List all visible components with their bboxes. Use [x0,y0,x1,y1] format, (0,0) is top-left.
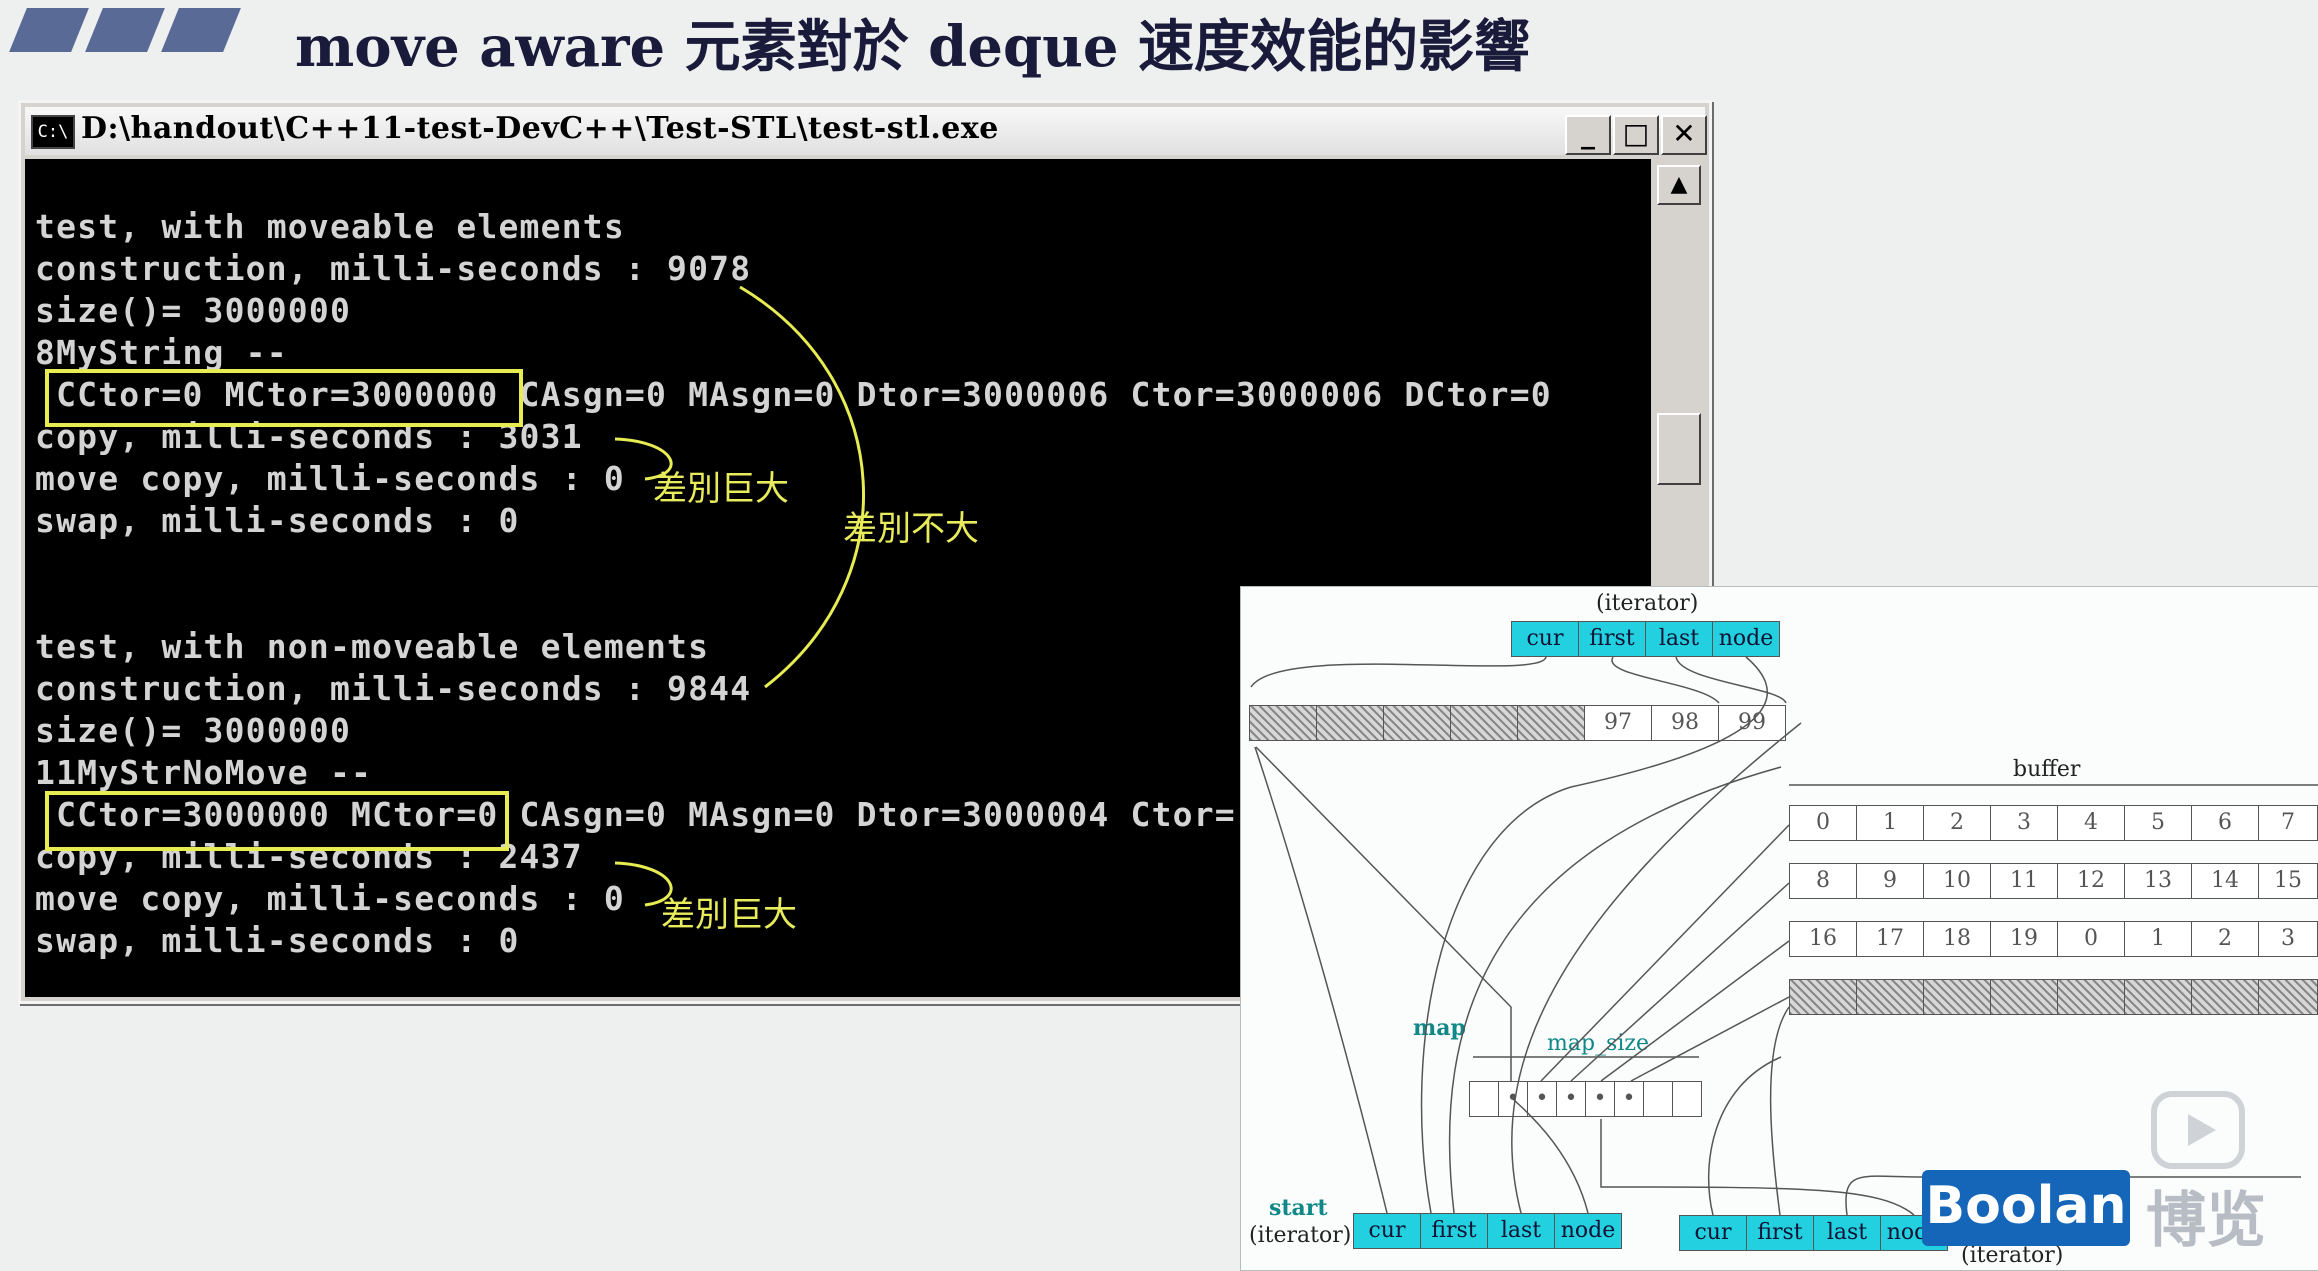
title-decoration [9,8,241,52]
note-big-difference-2: 差別巨大 [661,895,797,935]
close-button[interactable]: ✕ [1661,115,1707,155]
console-titlebar[interactable]: C:\ D:\handout\C++11-test-DevC++\Test-ST… [25,107,1707,155]
console-window-title: D:\handout\C++11-test-DevC++\Test-STL\te… [81,111,999,146]
note-big-difference-1: 差別巨大 [653,469,789,509]
boolan-logo-cn: 博览 [2146,1186,2266,1256]
note-small-difference: 差別不大 [843,509,979,549]
maximize-button[interactable]: □ [1613,115,1659,155]
boolan-logo: Boolan [1922,1170,2130,1246]
minimize-button[interactable]: _ [1565,115,1611,155]
slide-title: move aware 元素對於 deque 速度效能的影響 [295,14,1530,80]
scroll-thumb[interactable] [1657,413,1701,485]
console-app-icon[interactable]: C:\ [31,115,75,149]
play-icon [2151,1091,2245,1169]
scroll-up-arrow-icon[interactable]: ▲ [1657,165,1701,205]
